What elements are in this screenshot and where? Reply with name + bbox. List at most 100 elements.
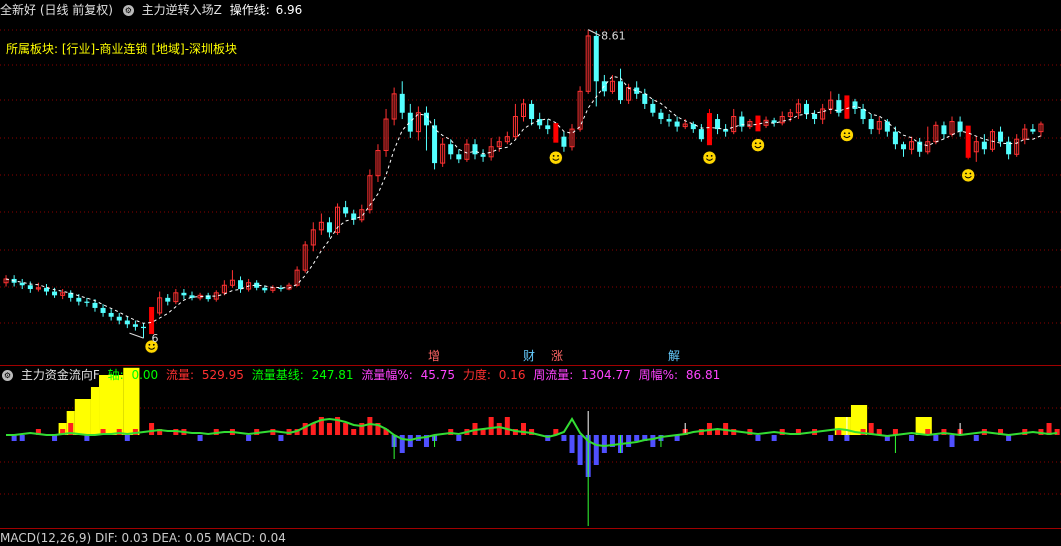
- axis-label: 轴: 0.00: [108, 368, 163, 382]
- op-label: 操作线:: [229, 3, 270, 17]
- flow-bar: [601, 435, 607, 453]
- sector-info: 所属板块: [行业]-商业连锁 [地域]-深圳板块: [6, 42, 238, 56]
- candle-body-down: [456, 154, 462, 160]
- candle-body-down: [642, 93, 648, 104]
- smiley-eye: [848, 132, 851, 135]
- price-panel[interactable]: 8.61 6 全新好 (日线 前复权) ⚙ 主力逆转入场Z 操作线: 6.96 所…: [0, 0, 1061, 365]
- event-marker-cai[interactable]: 财: [523, 349, 535, 363]
- week-label: 周流量: 1304.77: [533, 368, 635, 382]
- event-marker-jie[interactable]: 解: [668, 349, 680, 363]
- inflow-block: [74, 399, 91, 435]
- flow-bar: [949, 435, 955, 447]
- smiley-icon: [702, 150, 717, 165]
- money-flow-chart[interactable]: [0, 366, 1061, 528]
- candle-body-down: [901, 144, 907, 150]
- event-marker-zeng[interactable]: 增: [428, 349, 440, 363]
- base-label: 流量基线: 247.81: [252, 368, 358, 382]
- candle-body-down: [561, 136, 567, 147]
- flow-bar: [561, 435, 567, 441]
- event-marker-zhang[interactable]: 涨: [551, 349, 563, 363]
- smiley-icon: [961, 168, 975, 183]
- indicator-name[interactable]: 主力逆转入场Z: [142, 3, 222, 17]
- candle-body-down: [803, 103, 809, 114]
- flow-title[interactable]: 主力资金流向F: [21, 368, 100, 382]
- candle-body-down: [812, 114, 818, 120]
- candle-body-down: [238, 280, 244, 290]
- weekamp-label-text: 周幅%:: [638, 368, 679, 382]
- candle-body-down: [262, 287, 268, 291]
- settings-icon[interactable]: ⚙: [122, 5, 134, 16]
- candle-body-down: [132, 324, 138, 327]
- high-price-label: 8.61: [601, 30, 626, 43]
- smiley-eye: [552, 155, 555, 157]
- flow-bar: [933, 435, 939, 441]
- flow-baseline-line: [6, 417, 1058, 448]
- week-label-text: 周流量:: [533, 368, 574, 382]
- smiley-icon: [840, 128, 854, 142]
- weekamp-label: 周幅%: 86.81: [639, 368, 725, 382]
- panel-divider-2[interactable]: [0, 528, 1061, 529]
- stock-name[interactable]: 全新好 (日线 前复权): [0, 3, 113, 17]
- candle-body-down: [674, 121, 680, 127]
- smiley-eye: [557, 155, 559, 157]
- candle-body-down: [957, 121, 963, 132]
- flow-bar: [326, 423, 332, 435]
- inflow-block: [90, 387, 100, 435]
- flow-value: 529.95: [201, 368, 244, 382]
- candle-body-down: [884, 121, 890, 132]
- flow-label: 流量: 529.95: [166, 368, 248, 382]
- candle-body-down: [715, 119, 721, 130]
- base-value: 247.81: [311, 368, 354, 382]
- smiley-icon: [751, 138, 765, 152]
- low-pointer: [129, 332, 144, 339]
- signal-candle: [844, 95, 850, 119]
- candle-body-down: [593, 35, 599, 82]
- amp-label-text: 流量幅%:: [361, 368, 413, 382]
- flow-bar: [755, 435, 761, 441]
- axis-label-text: 轴:: [107, 368, 124, 382]
- candle-body-down: [165, 297, 171, 302]
- flow-header: ⚙ 主力资金流向F 轴: 0.00 流量: 529.95 流量基线: 247.8…: [0, 367, 724, 383]
- flow-bar: [634, 435, 640, 441]
- candle-body-down: [698, 129, 704, 140]
- flow-bar: [278, 435, 284, 441]
- candle-body-down: [84, 301, 90, 303]
- flow-bar: [456, 435, 462, 441]
- low-price-label: 6: [151, 332, 158, 345]
- money-flow-panel[interactable]: ⚙ 主力资金流向F 轴: 0.00 流量: 529.95 流量基线: 247.8…: [0, 366, 1061, 528]
- candle-body-down: [448, 144, 454, 155]
- candle-body-down: [399, 93, 405, 113]
- smiley-eye: [148, 343, 151, 346]
- settings-icon[interactable]: ⚙: [2, 370, 13, 381]
- flow-bar: [496, 423, 502, 435]
- candle-body-down: [1030, 129, 1036, 132]
- candle-body-down: [480, 154, 486, 157]
- candle-body-down: [181, 292, 187, 296]
- candle-body-down: [618, 81, 624, 101]
- candle-body-down: [892, 131, 898, 145]
- smiley-eye: [759, 142, 762, 145]
- inflow-block: [99, 375, 124, 435]
- flow-bar: [909, 435, 915, 441]
- candle-body-down: [529, 103, 535, 120]
- signal-candle: [149, 306, 155, 335]
- candle-body-down: [472, 144, 478, 155]
- smiley-eye: [754, 142, 757, 145]
- op-value: 6.96: [275, 3, 303, 17]
- candle-body-down: [690, 124, 696, 130]
- force-label-text: 力度:: [462, 368, 491, 382]
- smiley-icon: [549, 150, 563, 165]
- smiley-eye: [969, 172, 972, 175]
- weekamp-value: 86.81: [685, 368, 721, 382]
- flow-bar: [197, 435, 203, 441]
- flow-bar: [302, 423, 308, 435]
- force-value: 0.16: [498, 368, 526, 382]
- axis-value: 0.00: [131, 368, 159, 382]
- flow-bar: [771, 435, 777, 441]
- amp-value: 45.75: [420, 368, 456, 382]
- candle-body-down: [658, 112, 664, 120]
- macd-header[interactable]: MACD(12,26,9) DIF: 0.03 DEA: 0.05 MACD: …: [0, 530, 286, 546]
- candle-body-down: [108, 312, 114, 317]
- candle-body-down: [140, 326, 146, 329]
- signal-candle: [965, 125, 971, 158]
